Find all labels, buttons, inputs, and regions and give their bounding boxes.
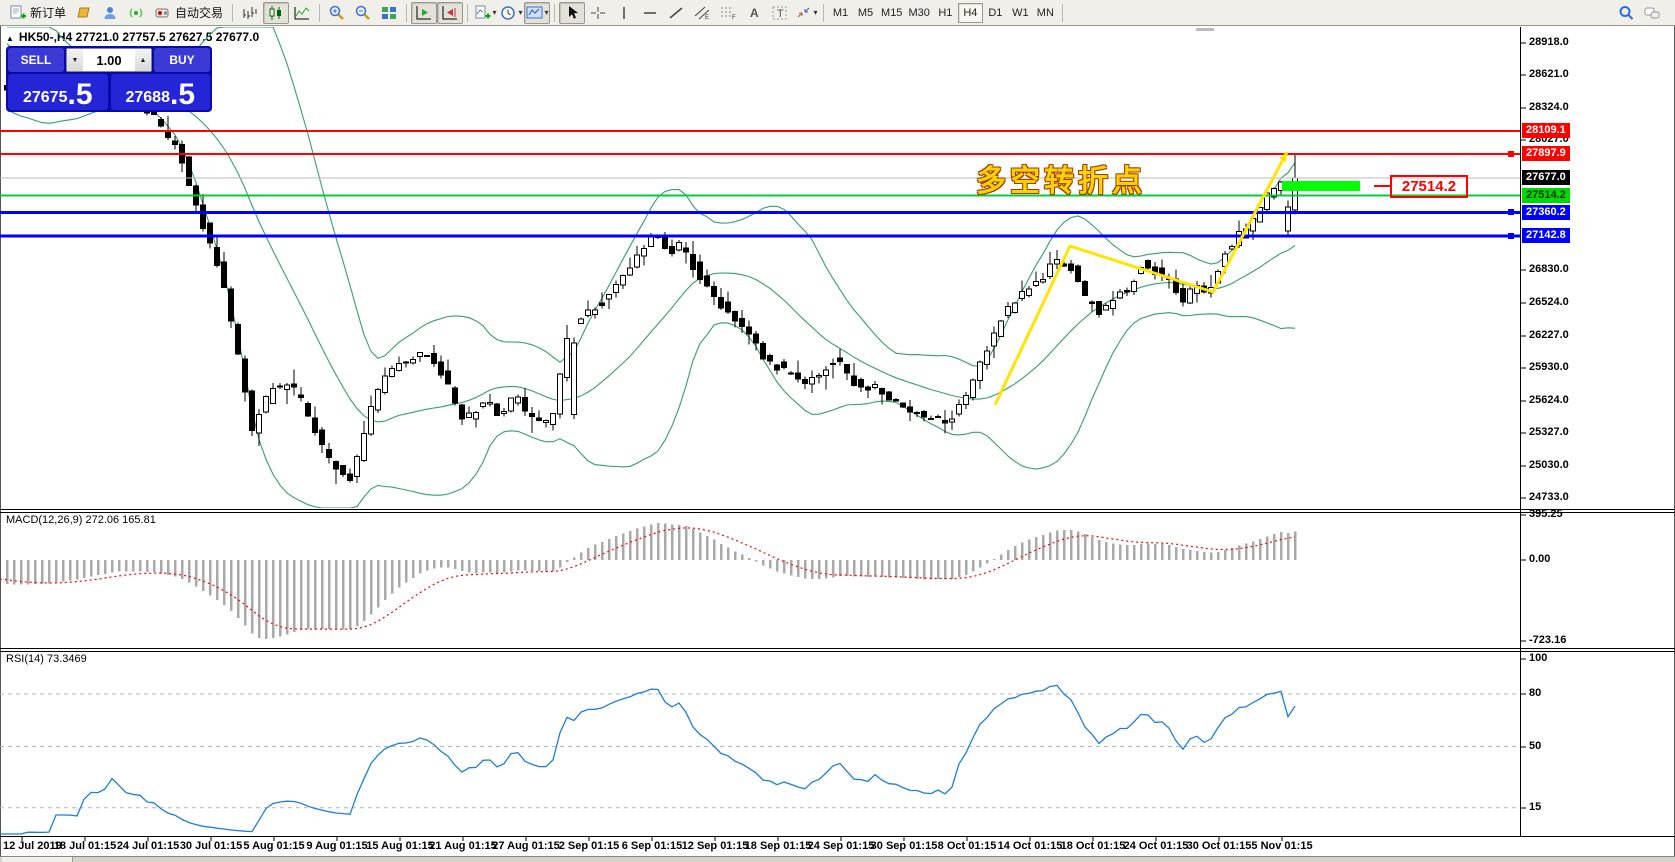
sell-price-button[interactable]: 27675 .5	[8, 74, 108, 110]
buy-price-button[interactable]: 27688 .5	[111, 74, 211, 110]
volume-up-button[interactable]: ▲	[135, 49, 151, 71]
sell-button[interactable]: SELL	[8, 48, 64, 72]
price-label-annotation[interactable]: 27514.2	[1390, 175, 1468, 198]
price-tag-anchor	[1508, 209, 1514, 215]
price-tag-anchor	[1508, 233, 1514, 239]
volume-down-button[interactable]: ▼	[67, 49, 83, 71]
price-tag: 27514.2	[1522, 188, 1570, 203]
highlight-bar[interactable]	[1282, 181, 1360, 191]
buy-price-int: 27688	[125, 88, 170, 108]
one-click-trading-panel: SELL ▼ ▲ BUY 27675 .5 27688 .5	[6, 46, 212, 112]
chart-canvas[interactable]	[0, 0, 1675, 862]
macd-histogram	[7, 523, 1295, 639]
price-tag-anchor	[1508, 151, 1514, 157]
buy-price-frac: .5	[170, 82, 195, 108]
price-tag: 27897.9	[1522, 146, 1570, 161]
sell-price-int: 27675	[23, 88, 68, 108]
price-tag: 28109.1	[1522, 123, 1570, 138]
price-tag: 27677.0	[1522, 170, 1570, 185]
macd-signal-line	[0, 528, 1295, 629]
rsi-line	[0, 686, 1295, 835]
buy-button[interactable]: BUY	[154, 48, 210, 72]
sell-price-frac: .5	[67, 82, 92, 108]
volume-input[interactable]	[83, 49, 135, 71]
price-tag: 27360.2	[1522, 205, 1570, 220]
turning-point-annotation[interactable]: 多空转折点	[976, 156, 1146, 200]
candlestick-series	[5, 77, 1298, 484]
price-tag: 27142.8	[1522, 228, 1570, 243]
axis-ticks	[22, 43, 1526, 841]
